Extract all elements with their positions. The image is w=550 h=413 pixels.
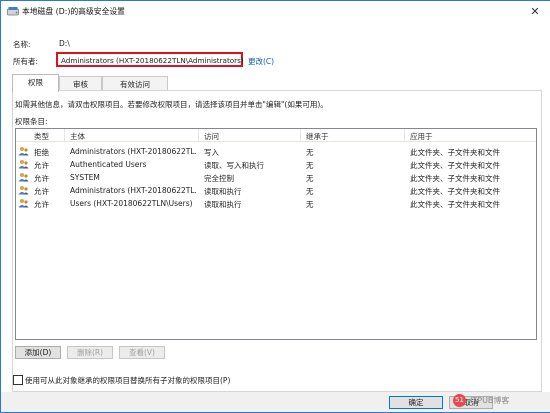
window-title: 本地磁盘 (D:)的高级安全设置 bbox=[22, 7, 125, 16]
table-row[interactable]: 拒绝 Administrators (HXT-20180622TL... 写入 … bbox=[16, 145, 536, 157]
users-icon bbox=[18, 160, 29, 169]
column-divider[interactable] bbox=[300, 129, 301, 141]
add-button[interactable]: 添加(D) bbox=[15, 346, 61, 359]
applies-to-cell: 此文件夹、子文件夹和文件 bbox=[410, 148, 500, 157]
inherited-from-cell: 无 bbox=[306, 200, 314, 209]
owner-value: Administrators (HXT-20180622TLN\Administ… bbox=[61, 56, 244, 65]
column-divider[interactable] bbox=[198, 129, 199, 141]
table-row[interactable]: 允许 Administrators (HXT-20180622TL... 读取和… bbox=[16, 184, 536, 196]
applies-to-cell: 此文件夹、子文件夹和文件 bbox=[410, 174, 500, 183]
principal-cell: Administrators (HXT-20180622TL... bbox=[70, 186, 196, 195]
owner-highlight-box: Administrators (HXT-20180622TLN\Administ… bbox=[56, 52, 244, 67]
tab-effective-access[interactable]: 有效访问 bbox=[102, 76, 168, 91]
title-bar[interactable]: 本地磁盘 (D:)的高级安全设置 ✕ bbox=[1, 1, 550, 23]
inherited-from-cell: 无 bbox=[306, 148, 314, 157]
column-divider[interactable] bbox=[64, 129, 65, 141]
add-button-label: 添加(D) bbox=[24, 348, 52, 357]
table-row[interactable]: 允许 Users (HXT-20180622TLN\Users) 读取和执行 无… bbox=[16, 197, 536, 209]
column-header-inherited-from[interactable]: 继承于 bbox=[306, 131, 329, 142]
replace-child-permissions-label[interactable]: 使用可从此对象继承的权限项目替换所有子对象的权限项目(P) bbox=[25, 375, 230, 386]
access-cell: 读取和执行 bbox=[204, 200, 242, 209]
watermark-text: ITPUB博客 bbox=[470, 396, 510, 405]
tab-auditing[interactable]: 审核 bbox=[59, 76, 102, 91]
inherited-from-cell: 无 bbox=[306, 161, 314, 170]
change-owner-link[interactable]: 更改(C) bbox=[248, 56, 274, 67]
users-icon bbox=[18, 147, 29, 156]
owner-label: 所有者: bbox=[13, 57, 39, 66]
drive-icon bbox=[7, 7, 19, 16]
instructions-text: 如需其他信息，请双击权限项目。若要修改权限项目，请选择该项目并单击"编辑"(如果… bbox=[15, 100, 328, 109]
applies-to-cell: 此文件夹、子文件夹和文件 bbox=[410, 161, 500, 170]
principal-cell: Users (HXT-20180622TLN\Users) bbox=[70, 199, 193, 208]
users-icon bbox=[18, 186, 29, 195]
type-cell: 允许 bbox=[34, 174, 49, 183]
permission-entries-table[interactable]: 类型 主体 访问 继承于 应用于 拒绝 Administrators (HXT-… bbox=[15, 128, 537, 340]
remove-button[interactable]: 删除(R) bbox=[67, 346, 113, 359]
watermark: 51 ITPUB博客 bbox=[453, 394, 541, 408]
access-cell: 完全控制 bbox=[204, 174, 234, 183]
name-value: D:\ bbox=[59, 39, 70, 48]
remove-button-label: 删除(R) bbox=[76, 348, 104, 357]
type-cell: 拒绝 bbox=[34, 148, 49, 157]
access-cell: 写入 bbox=[204, 148, 219, 157]
ok-button-label: 确定 bbox=[408, 398, 424, 407]
tab-label: 审核 bbox=[73, 80, 88, 89]
access-cell: 读取、写入和执行 bbox=[204, 161, 264, 170]
column-header-principal[interactable]: 主体 bbox=[70, 131, 85, 142]
access-cell: 读取和执行 bbox=[204, 187, 242, 196]
type-cell: 允许 bbox=[34, 187, 49, 196]
principal-cell: Administrators (HXT-20180622TL... bbox=[70, 147, 196, 156]
tab-label: 权限 bbox=[28, 78, 43, 87]
table-row[interactable]: 允许 Authenticated Users 读取、写入和执行 无 此文件夹、子… bbox=[16, 158, 536, 170]
advanced-security-window: 本地磁盘 (D:)的高级安全设置 ✕ 名称: D:\ 所有者: Administ… bbox=[0, 0, 550, 413]
name-label: 名称: bbox=[13, 40, 31, 49]
close-button[interactable]: ✕ bbox=[524, 3, 546, 21]
users-icon bbox=[18, 173, 29, 182]
principal-cell: SYSTEM bbox=[70, 173, 100, 182]
inherited-from-cell: 无 bbox=[306, 174, 314, 183]
view-button[interactable]: 查看(V) bbox=[119, 346, 165, 359]
column-divider[interactable] bbox=[404, 129, 405, 141]
principal-cell: Authenticated Users bbox=[70, 160, 147, 169]
type-cell: 允许 bbox=[34, 200, 49, 209]
type-cell: 允许 bbox=[34, 161, 49, 170]
ok-button[interactable]: 确定 bbox=[389, 396, 443, 409]
table-row[interactable]: 允许 SYSTEM 完全控制 无 此文件夹、子文件夹和文件 bbox=[16, 171, 536, 183]
replace-child-permissions-checkbox[interactable] bbox=[13, 375, 23, 385]
applies-to-cell: 此文件夹、子文件夹和文件 bbox=[410, 200, 500, 209]
tab-label: 有效访问 bbox=[120, 80, 150, 89]
watermark-logo-icon: 51 bbox=[453, 394, 466, 407]
column-header-access[interactable]: 访问 bbox=[204, 131, 219, 142]
permission-entries-label: 权限条目: bbox=[15, 117, 48, 126]
inherited-from-cell: 无 bbox=[306, 187, 314, 196]
close-icon: ✕ bbox=[530, 5, 540, 18]
column-header-type[interactable]: 类型 bbox=[34, 131, 49, 142]
applies-to-cell: 此文件夹、子文件夹和文件 bbox=[410, 187, 500, 196]
table-header: 类型 主体 访问 继承于 应用于 bbox=[16, 129, 536, 142]
tab-permissions[interactable]: 权限 bbox=[12, 74, 59, 92]
users-icon bbox=[18, 199, 29, 208]
column-header-applies-to[interactable]: 应用于 bbox=[410, 131, 433, 142]
view-button-label: 查看(V) bbox=[129, 348, 155, 357]
